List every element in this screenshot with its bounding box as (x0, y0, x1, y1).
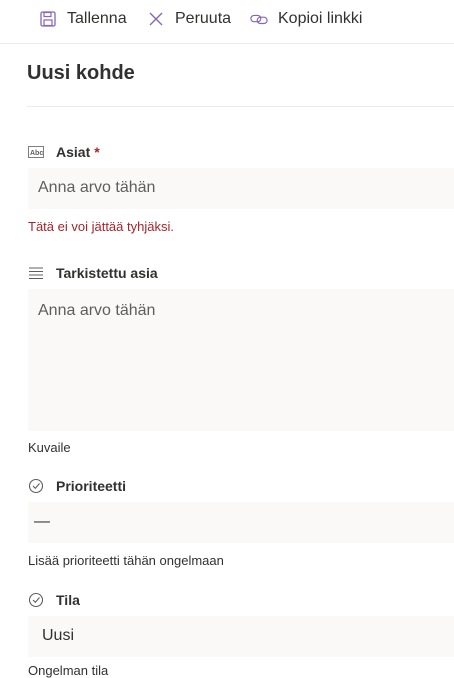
cancel-button[interactable]: Peruuta (147, 8, 231, 30)
prioriteetti-value: — (34, 513, 50, 530)
field-label-prioriteetti: Prioriteetti (28, 478, 126, 494)
prioriteetti-dropdown[interactable]: — (28, 502, 454, 543)
tarkistettu-asia-textarea[interactable]: Anna arvo tähän (28, 289, 454, 431)
save-button[interactable]: Tallenna (39, 8, 127, 30)
asiat-placeholder: Anna arvo tähän (38, 179, 156, 196)
cancel-label: Peruuta (175, 10, 232, 27)
multiline-text-icon (28, 266, 46, 280)
svg-text:Abc: Abc (30, 150, 43, 157)
field-label-tarkistettu-asia: Tarkistettu asia (28, 265, 158, 281)
required-marker: * (94, 144, 100, 160)
choice-check-icon (28, 592, 46, 608)
tarkistettu-asia-placeholder: Anna arvo tähän (38, 302, 156, 319)
field-label-asiat: Abc Asiat * (28, 144, 100, 160)
close-icon (147, 10, 165, 28)
copy-link-label: Kopioi linkki (278, 10, 363, 27)
asiat-input[interactable]: Anna arvo tähän (28, 168, 454, 209)
asiat-error-message: Tätä ei voi jättää tyhjäksi. (28, 219, 174, 234)
prioriteetti-description: Lisää prioriteetti tähän ongelmaan (28, 553, 224, 568)
tarkistettu-asia-description: Kuvaile (28, 440, 71, 455)
tila-value: Uusi (42, 627, 75, 644)
save-label: Tallenna (67, 10, 127, 27)
command-bar: Tallenna Peruuta Kopioi linkki (0, 0, 454, 44)
choice-check-icon (28, 478, 46, 494)
save-icon (39, 10, 57, 28)
field-label-tila: Tila (28, 592, 80, 608)
text-abc-icon: Abc (28, 145, 46, 159)
tila-dropdown[interactable]: Uusi (28, 616, 454, 657)
link-icon (250, 10, 268, 28)
title-divider (27, 106, 454, 107)
page-title: Uusi kohde (27, 62, 135, 84)
copy-link-button[interactable]: Kopioi linkki (250, 8, 362, 30)
